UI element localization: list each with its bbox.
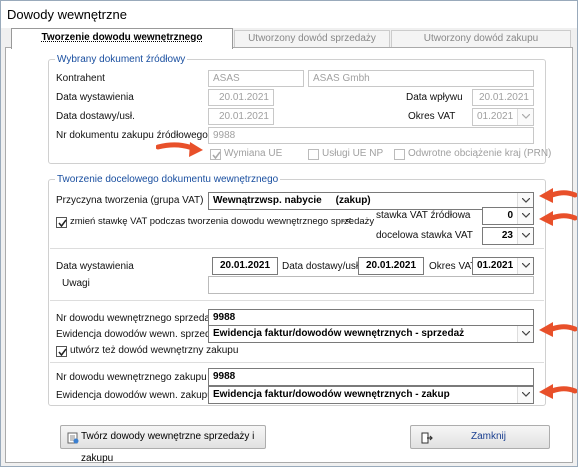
exit-door-icon bbox=[421, 431, 433, 444]
close-button[interactable]: Zamknij bbox=[410, 425, 550, 449]
window-title: Dowody wewnętrzne bbox=[7, 7, 127, 22]
reason-label: Przyczyna tworzenia (grupa VAT) bbox=[56, 195, 204, 206]
tab-page: Wybrany dokument źródłowy Kontrahent ASA… bbox=[5, 47, 573, 464]
sales-doc-number-label: Nr dowodu wewnętrznego sprzedaży bbox=[56, 313, 220, 324]
purchase-doc-number-label: Nr dowodu wewnętrznego zakupu bbox=[56, 372, 207, 383]
kontrahent-code-field[interactable]: ASAS bbox=[208, 70, 304, 87]
kontrahent-label: Kontrahent bbox=[56, 73, 105, 84]
annotation-arrow-icon bbox=[539, 188, 577, 203]
tab-purchase-doc[interactable]: Utworzony dowód zakupu bbox=[391, 30, 571, 48]
change-vat-label: zmień stawkę VAT podczas tworzenia dowod… bbox=[70, 216, 375, 227]
annotation-arrow-icon bbox=[539, 322, 577, 337]
target-delivery-date-field[interactable]: 20.01.2021 bbox=[358, 257, 424, 275]
source-vat-period-label: Okres VAT bbox=[408, 111, 456, 122]
source-issue-date-label: Data wystawienia bbox=[56, 92, 134, 103]
target-issue-date-label: Data wystawienia bbox=[56, 261, 134, 272]
source-delivery-date-field[interactable]: 20.01.2021 bbox=[208, 108, 274, 125]
create-docs-button[interactable]: Twórz dowody wewnętrzne sprzedaży i zaku… bbox=[60, 425, 266, 464]
sales-register-select[interactable]: Ewidencja faktur/dowodów wewnętrznych - … bbox=[208, 325, 534, 343]
tab-purchase-label: Utworzony dowód zakupu bbox=[423, 33, 539, 44]
chevron-down-icon bbox=[517, 228, 533, 244]
create-purchase-label: utwórz też dowód wewnętrzny zakupu bbox=[70, 345, 239, 356]
notes-field[interactable] bbox=[208, 276, 534, 294]
source-delivery-date-label: Data dostawy/usł. bbox=[56, 111, 135, 122]
document-icon bbox=[67, 431, 79, 444]
target-group-legend: Tworzenie docelowego dokumentu wewnętrzn… bbox=[57, 174, 279, 185]
close-label: Zamknij bbox=[471, 431, 507, 442]
target-vat-period-label: Okres VAT bbox=[429, 261, 477, 272]
reverse-charge-label: Odwrotne obciążenie kraj (PRN) bbox=[408, 148, 552, 159]
chevron-down-icon bbox=[517, 387, 533, 403]
target-issue-date-field[interactable]: 20.01.2021 bbox=[212, 257, 278, 275]
eu-exchange-checkbox[interactable] bbox=[210, 149, 221, 160]
source-issue-date-field[interactable]: 20.01.2021 bbox=[208, 89, 274, 106]
tab-sales-doc[interactable]: Utworzony dowód sprzedaży bbox=[234, 30, 390, 48]
chevron-down-icon bbox=[517, 326, 533, 342]
divider bbox=[50, 362, 544, 363]
tab-create-label: Tworzenie dowodu wewnętrznego bbox=[41, 32, 203, 43]
tab-sales-label: Utworzony dowód sprzedaży bbox=[248, 33, 376, 44]
kontrahent-name-field[interactable]: ASAS Gmbh bbox=[308, 70, 534, 87]
source-doc-number-field[interactable]: 9988 bbox=[208, 127, 534, 144]
source-vat-rate-label: stawka VAT źródłowa bbox=[376, 210, 471, 221]
source-vat-period-select[interactable]: 01.2021 bbox=[472, 108, 534, 126]
source-vat-rate-value: 0 bbox=[507, 210, 513, 221]
purchase-register-select[interactable]: Ewidencja faktur/dowodów wewnętrznych - … bbox=[208, 386, 534, 404]
eu-exchange-label: Wymiana UE bbox=[224, 148, 283, 159]
target-vat-rate-value: 23 bbox=[501, 230, 513, 241]
divider bbox=[50, 248, 544, 249]
annotation-arrow-icon bbox=[156, 142, 203, 157]
receipt-date-field[interactable]: 20.01.2021 bbox=[472, 89, 534, 106]
eu-np-services-label: Usługi UE NP bbox=[322, 148, 384, 159]
arrow-glyph: -< bbox=[342, 216, 352, 227]
sales-register-value: Ewidencja faktur/dowodów wewnętrznych - … bbox=[213, 328, 465, 339]
reverse-charge-checkbox[interactable] bbox=[394, 149, 405, 160]
purchase-register-label: Ewidencja dowodów wewn. zakupu bbox=[56, 390, 213, 401]
source-vat-rate-select[interactable]: 0 bbox=[482, 207, 534, 225]
tab-create[interactable]: Tworzenie dowodu wewnętrznego bbox=[11, 28, 233, 49]
target-vat-rate-label: docelowa stawka VAT bbox=[376, 230, 473, 241]
source-vat-period-value: 01.2021 bbox=[477, 111, 514, 122]
title-bar: Dowody wewnętrzne bbox=[1, 1, 577, 28]
eu-np-services-checkbox[interactable] bbox=[308, 149, 319, 160]
purchase-register-value: Ewidencja faktur/dowodów wewnętrznych - … bbox=[213, 389, 450, 400]
divider bbox=[50, 300, 544, 301]
target-vat-period-value: 01.2021 bbox=[477, 260, 514, 271]
target-vat-period-select[interactable]: 01.2021 bbox=[472, 257, 534, 275]
annotation-arrow-icon bbox=[539, 211, 577, 226]
chevron-down-icon bbox=[517, 208, 533, 224]
receipt-date-label: Data wpływu bbox=[406, 92, 463, 103]
sales-register-label: Ewidencja dowodów wewn. sprzedaży bbox=[56, 329, 227, 340]
source-group-legend: Wybrany dokument źródłowy bbox=[57, 54, 186, 65]
target-vat-rate-select[interactable]: 23 bbox=[482, 227, 534, 245]
purchase-doc-number-field[interactable]: 9988 bbox=[208, 368, 534, 386]
chevron-down-icon bbox=[517, 109, 533, 125]
create-purchase-checkbox[interactable] bbox=[56, 346, 67, 357]
chevron-down-icon bbox=[517, 258, 533, 274]
reason-value: Wewnątrzwsp. nabycie (zakup) bbox=[213, 195, 371, 206]
main-window: Dowody wewnętrzne Tworzenie dowodu wewnę… bbox=[0, 0, 578, 467]
tab-bar: Tworzenie dowodu wewnętrznego Utworzony … bbox=[1, 28, 577, 49]
annotation-arrow-icon bbox=[539, 384, 577, 399]
change-vat-checkbox[interactable] bbox=[56, 217, 67, 228]
create-docs-label: Twórz dowody wewnętrzne sprzedaży i zaku… bbox=[81, 431, 255, 464]
notes-label: Uwagi bbox=[62, 278, 90, 289]
